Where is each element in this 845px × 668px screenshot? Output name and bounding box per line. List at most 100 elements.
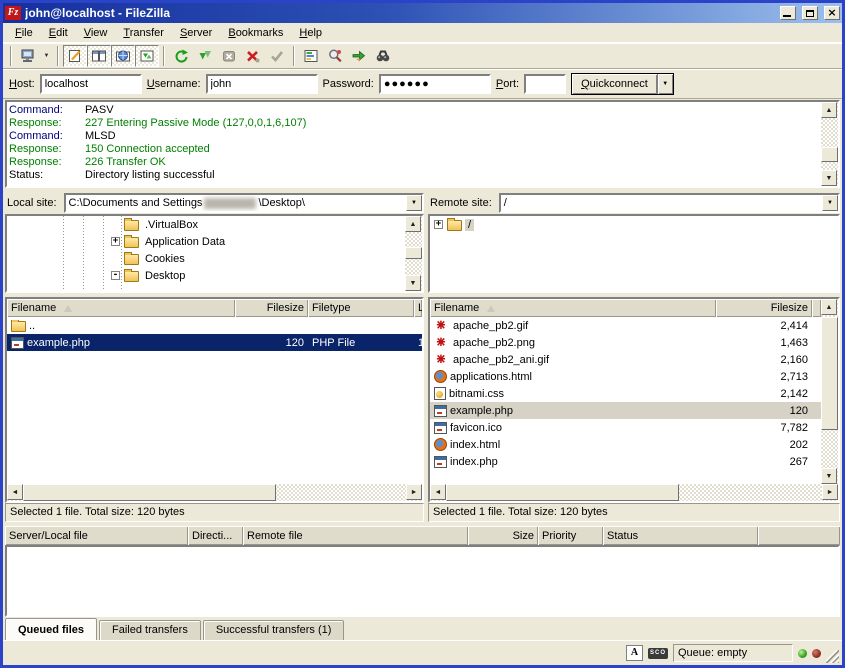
local-site-dropdown-icon[interactable]: ▼ [406,195,422,211]
synchronized-browsing-button[interactable] [347,45,371,67]
local-list-hscrollbar[interactable]: ◄ ► [7,484,422,501]
menu-server[interactable]: Server [172,24,220,42]
file-row[interactable]: index.html202 [430,436,821,453]
remote-column-filename[interactable]: Filename [430,299,716,317]
scroll-left-icon[interactable]: ◄ [430,484,446,500]
scroll-left-icon[interactable]: ◄ [7,484,23,500]
scroll-up-icon[interactable]: ▲ [821,299,837,315]
menu-view[interactable]: View [76,24,116,42]
directory-comparison-button[interactable] [299,45,323,67]
file-row[interactable]: apache_pb2.gif2,414 [430,317,821,334]
scroll-down-icon[interactable]: ▼ [821,170,837,186]
file-row[interactable]: bitnami.css2,142 [430,385,821,402]
remote-site-combo[interactable]: / ▼ [499,193,840,213]
sort-ascending-icon [64,305,72,312]
local-column-filetype[interactable]: Filetype [308,299,414,317]
minimize-button[interactable] [780,6,796,20]
refresh-button[interactable] [169,45,193,67]
filezilla-window: Fz john@localhost - FileZilla × File Edi… [0,0,845,668]
tree-item-virtualbox[interactable]: .VirtualBox [7,216,405,233]
queue-column-status[interactable]: Status [603,526,758,545]
quickconnect-button[interactable]: Quickconnect [572,74,657,94]
toolbar-separator [57,46,59,66]
password-input[interactable] [379,74,491,94]
cancel-operation-button[interactable] [217,45,241,67]
menu-bookmarks[interactable]: Bookmarks [220,24,291,42]
transfer-queue-toggle-icon [139,48,155,64]
maximize-button[interactable] [802,6,818,20]
remote-column-filesize[interactable]: Filesize [716,299,812,317]
queue-column-direction[interactable]: Directi... [188,526,243,545]
queue-column-remote-file[interactable]: Remote file [243,526,468,545]
queue-list[interactable] [5,545,840,617]
local-column-filename[interactable]: Filename [7,299,235,317]
site-manager-dropdown[interactable]: ▼ [40,45,53,67]
local-column-lastmodified[interactable]: L [414,299,422,317]
toggle-remote-tree-button[interactable] [111,45,135,67]
username-input[interactable] [206,74,318,94]
menu-transfer[interactable]: Transfer [115,24,172,42]
local-tree-scrollbar[interactable]: ▲ ▼ [405,216,422,291]
tree-item-desktop[interactable]: -Desktop [7,267,405,284]
tab-failed-transfers[interactable]: Failed transfers [99,620,201,640]
speed-limit-indicator-icon[interactable]: SCO [648,648,668,659]
expand-icon[interactable]: + [111,237,120,246]
tree-item-application-data[interactable]: +Application Data [7,233,405,250]
expand-icon[interactable]: + [434,220,443,229]
file-row-example-php[interactable]: example.php 120 PHP File 1 [7,334,422,351]
password-label: Password: [323,78,374,90]
menu-file[interactable]: File [7,24,41,42]
process-queue-button[interactable] [193,45,217,67]
local-directory-tree: .VirtualBox +Application Data Cookies -D… [5,214,424,293]
find-files-button[interactable] [371,45,395,67]
file-row-example-php[interactable]: example.php120 [430,402,821,419]
data-type-indicator-icon[interactable]: A [626,645,643,661]
host-input[interactable] [40,74,142,94]
site-manager-button[interactable] [16,45,40,67]
file-row-parent-dir[interactable]: .. [7,317,422,334]
log-scrollbar[interactable]: ▲ ▼ [821,102,838,186]
quickconnect-dropdown[interactable]: ▼ [657,74,673,94]
port-label: Port: [496,78,519,90]
remote-list-hscrollbar[interactable]: ◄ ► [430,484,838,501]
tab-successful-transfers[interactable]: Successful transfers (1) [203,620,345,640]
abort-button[interactable] [265,45,289,67]
local-column-filesize[interactable]: Filesize [235,299,308,317]
toggle-message-log-button[interactable] [63,45,87,67]
scroll-down-icon[interactable]: ▼ [405,275,421,291]
resize-grip[interactable] [826,650,839,663]
file-row[interactable]: apache_pb2.png1,463 [430,334,821,351]
menu-edit[interactable]: Edit [41,24,76,42]
file-row[interactable]: apache_pb2_ani.gif2,160 [430,351,821,368]
local-site-combo[interactable]: C:\Documents and Settings\Desktop\ ▼ [64,193,424,213]
menu-help[interactable]: Help [291,24,330,42]
tab-queued-files[interactable]: Queued files [5,618,97,640]
remote-site-dropdown-icon[interactable]: ▼ [822,195,838,211]
scroll-up-icon[interactable]: ▲ [405,216,421,232]
queue-column-server-local[interactable]: Server/Local file [5,526,188,545]
folder-icon [447,220,462,231]
collapse-icon[interactable]: - [111,271,120,280]
username-label: Username: [147,78,201,90]
disconnect-button[interactable] [241,45,265,67]
queue-column-priority[interactable]: Priority [538,526,603,545]
close-button[interactable]: × [824,6,840,20]
tree-item-cookies[interactable]: Cookies [7,250,405,267]
scroll-down-icon[interactable]: ▼ [821,468,837,484]
scroll-right-icon[interactable]: ► [822,484,838,500]
tree-item-root[interactable]: + / [430,216,838,233]
folder-icon [124,220,139,231]
port-input[interactable] [524,74,566,94]
remote-list-scrollbar[interactable]: ▲ ▼ [821,299,838,484]
toggle-transfer-queue-button[interactable] [135,45,159,67]
file-row[interactable]: index.php267 [430,453,821,470]
queue-column-size[interactable]: Size [468,526,538,545]
local-selection-status: Selected 1 file. Total size: 120 bytes [5,503,424,522]
toggle-local-tree-button[interactable] [87,45,111,67]
filter-button[interactable] [323,45,347,67]
file-row[interactable]: applications.html2,713 [430,368,821,385]
scroll-right-icon[interactable]: ► [406,484,422,500]
file-row[interactable]: favicon.ico7,782 [430,419,821,436]
refresh-icon [173,48,189,64]
scroll-up-icon[interactable]: ▲ [821,102,837,118]
